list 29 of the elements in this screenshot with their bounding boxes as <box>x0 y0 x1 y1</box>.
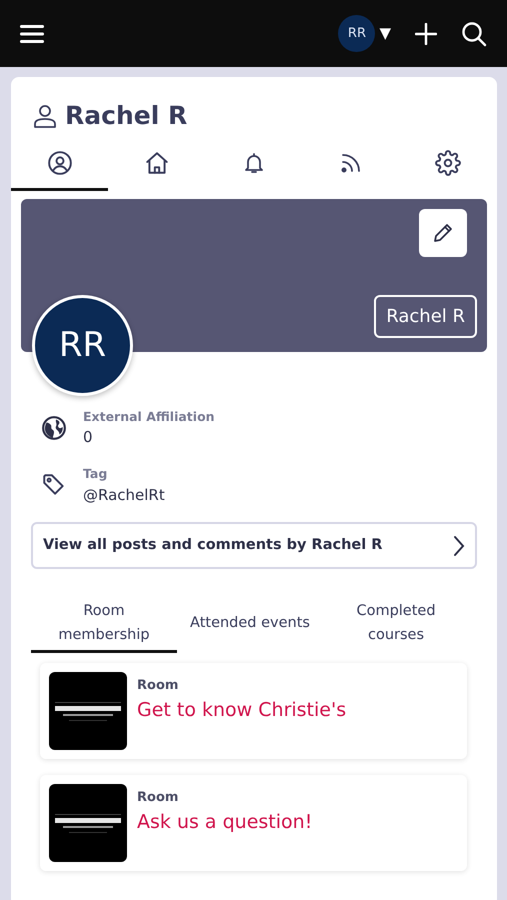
menu-icon[interactable] <box>20 24 44 44</box>
room-title[interactable]: Ask us a question! <box>137 808 312 836</box>
user-avatar[interactable]: RR <box>338 15 376 52</box>
tab[interactable]: Room membership <box>31 597 177 653</box>
globe-icon <box>41 415 67 442</box>
field-label: External Affiliation <box>83 408 215 426</box>
profile-avatar: RR <box>32 294 133 396</box>
tab[interactable]: Completed courses <box>323 597 469 653</box>
settings-icon <box>435 150 462 176</box>
profile-icon <box>46 150 73 176</box>
bell-icon <box>242 150 266 176</box>
room-type: Room <box>137 789 180 807</box>
room-title[interactable]: Get to know Christie's <box>137 696 346 724</box>
room-card[interactable]: Room Get to know Christie's <box>40 663 467 759</box>
profile-name: Rachel R <box>65 100 188 132</box>
name-button[interactable]: Rachel R <box>374 294 477 338</box>
caret-icon[interactable]: ▼ <box>379 22 391 45</box>
search-icon[interactable] <box>461 20 487 46</box>
plus-icon[interactable] <box>415 22 437 44</box>
user-icon <box>33 102 57 129</box>
tab[interactable]: Attended events <box>177 597 323 653</box>
edit-button[interactable] <box>419 208 467 256</box>
room-type: Room <box>137 677 180 695</box>
room-card[interactable]: Room Ask us a question! <box>40 775 467 871</box>
field-value: 0 <box>83 427 94 448</box>
chevron-icon <box>453 534 465 556</box>
field-value: @RachelRt <box>83 484 165 506</box>
posts-link[interactable]: View all posts and comments by Rachel R <box>31 522 477 569</box>
field-label: Tag <box>83 464 108 483</box>
